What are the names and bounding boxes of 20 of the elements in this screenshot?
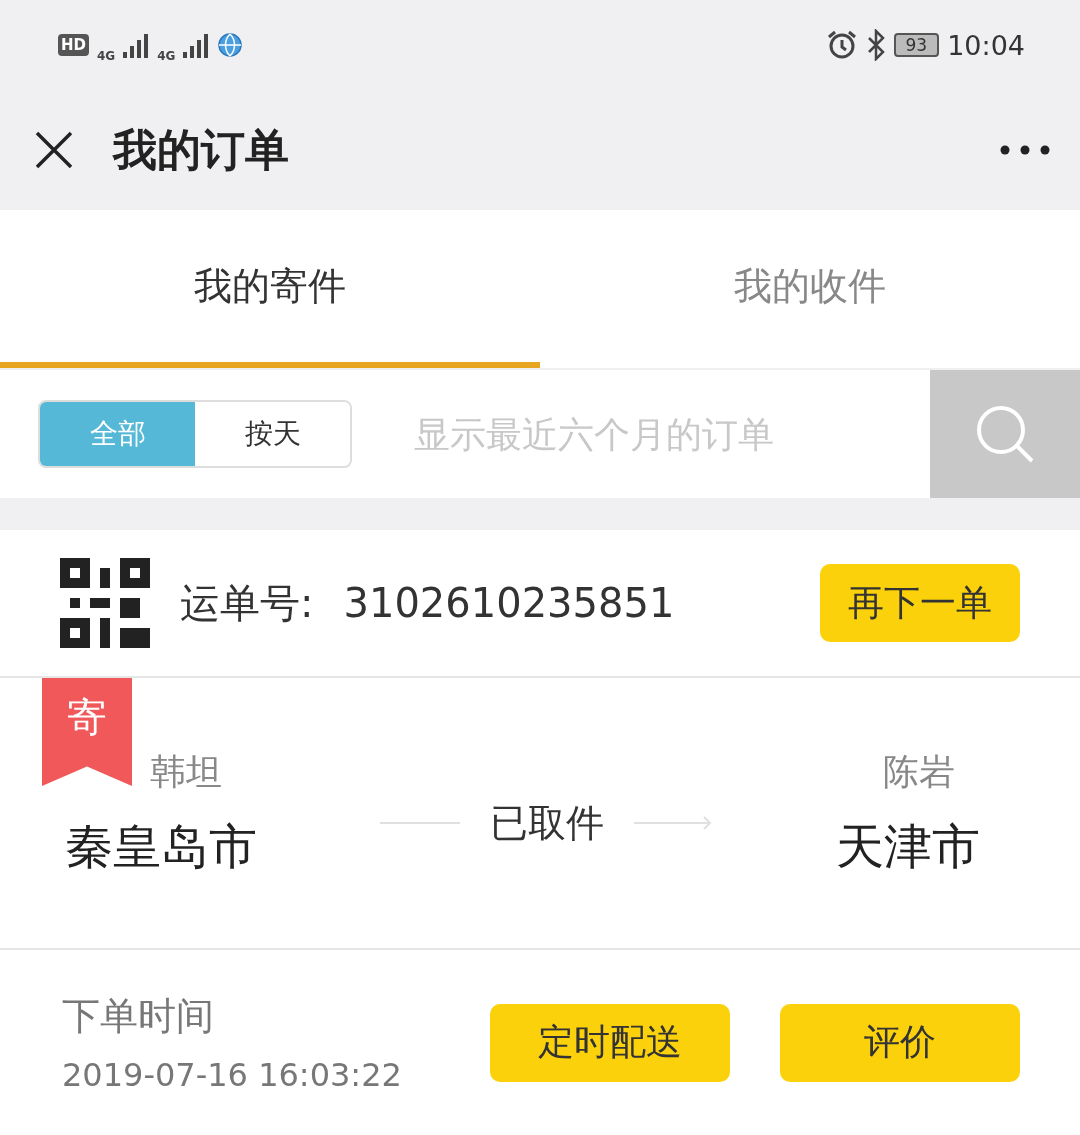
page-title: 我的订单	[113, 122, 290, 177]
network-label: 4G	[157, 49, 176, 63]
receiver-name: 陈岩	[883, 749, 955, 794]
reorder-button[interactable]: 再下一单	[820, 564, 1020, 642]
action-button[interactable]: 定时配送	[490, 1003, 730, 1082]
action-button[interactable]: 评价	[780, 1003, 1020, 1082]
receiver-city: 天津市	[836, 816, 980, 876]
waybill-number: 3102610235851	[343, 580, 676, 626]
hd-badge: HD	[58, 34, 89, 56]
battery-indicator: 93	[893, 33, 940, 57]
send-tag: 寄	[42, 678, 132, 786]
sender-name: 韩坦	[150, 749, 222, 794]
order-time-label: 下单时间	[62, 993, 215, 1040]
tab[interactable]: 我的收件	[540, 210, 1080, 368]
clock-time: 10:04	[947, 29, 1025, 61]
network-label: 4G	[97, 49, 116, 63]
waybill-label: 运单号:	[180, 578, 314, 628]
order-time: 2019-07-16 16:03:22	[62, 1056, 403, 1094]
order-status: 已取件	[489, 799, 604, 847]
sender-city: 秦皇岛市	[65, 816, 257, 876]
